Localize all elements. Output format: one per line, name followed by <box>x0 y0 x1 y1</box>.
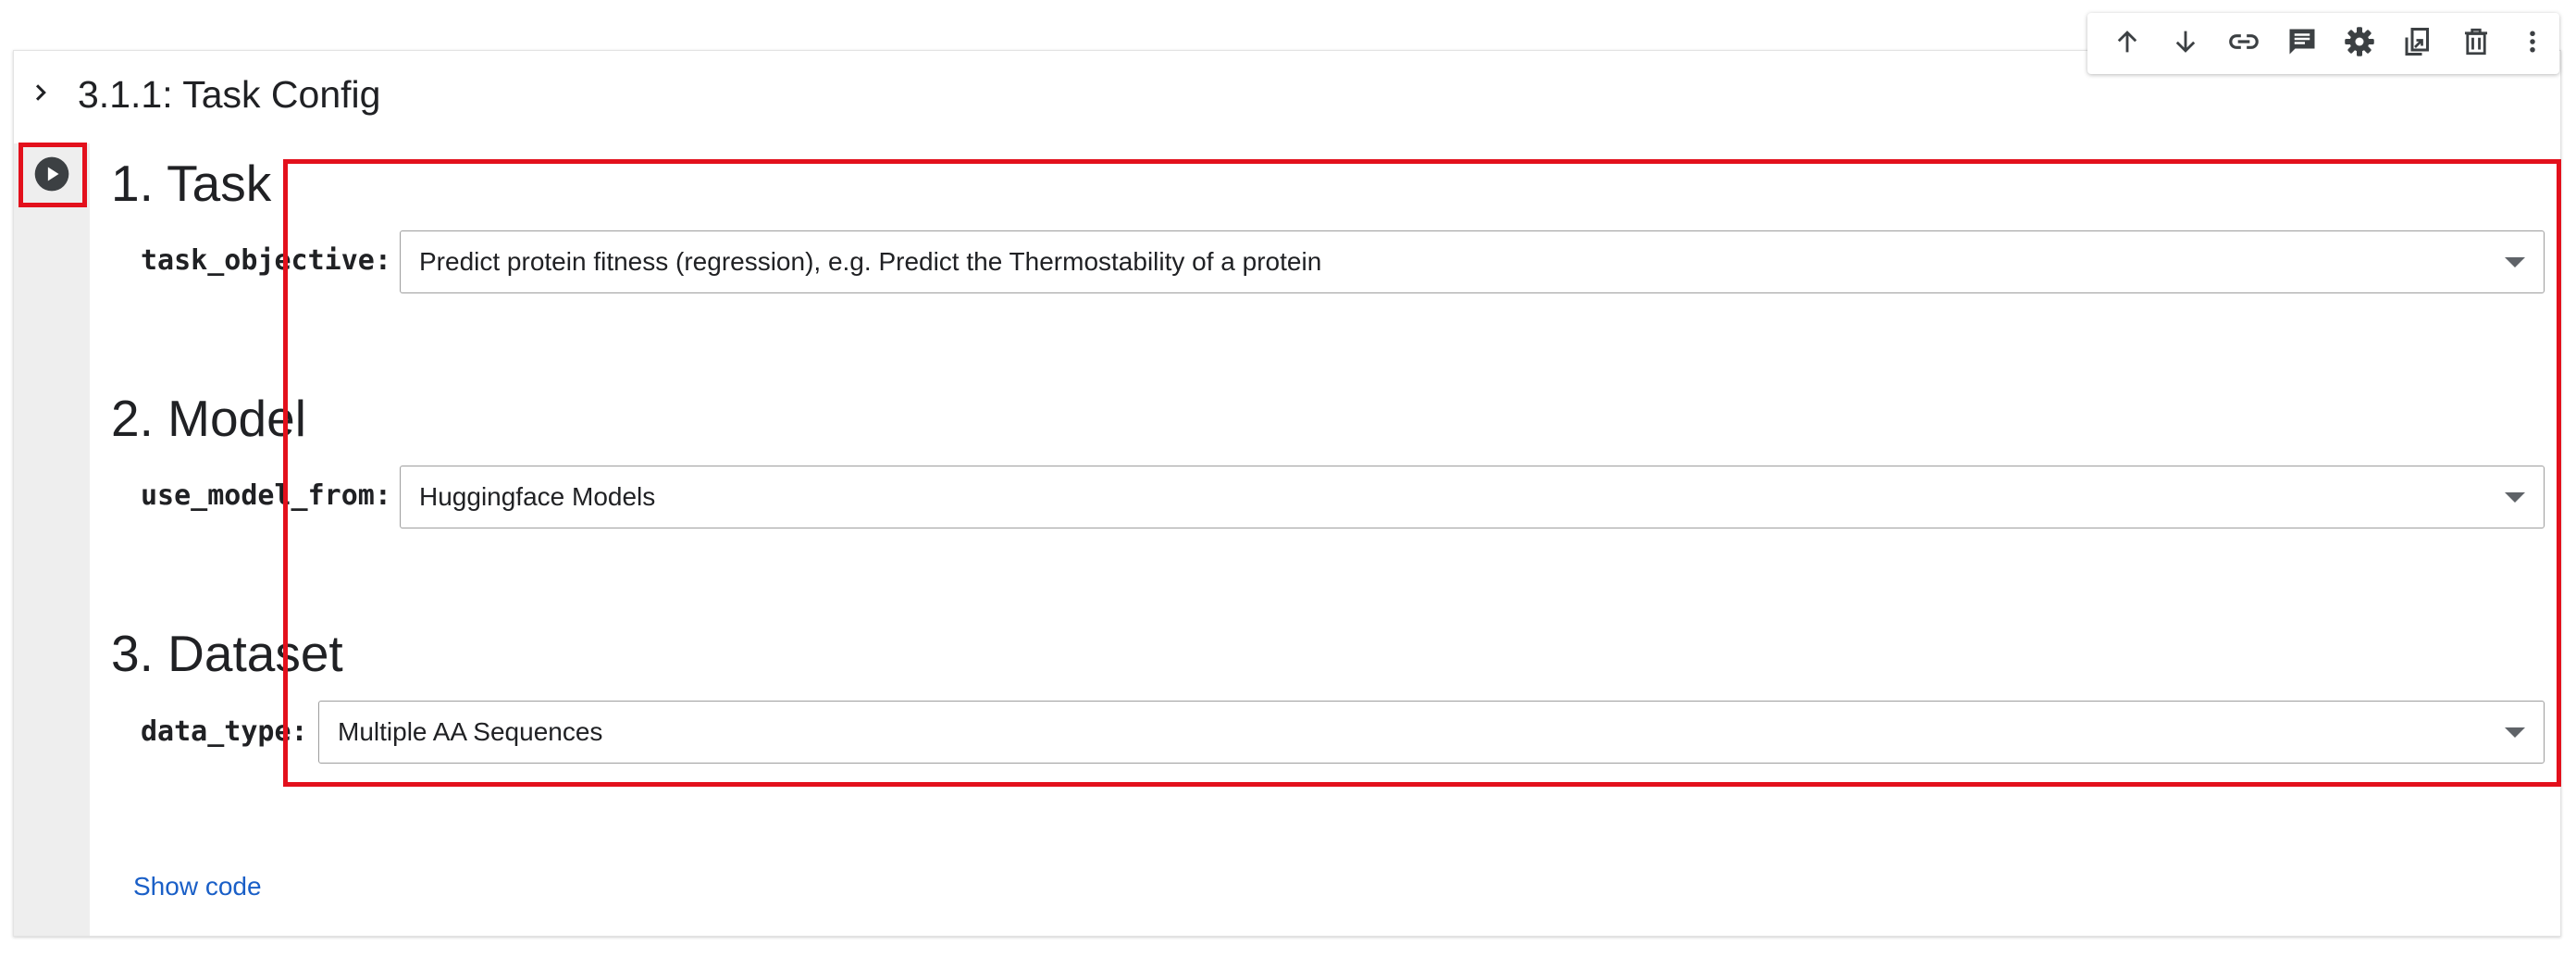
use-model-from-label: use_model_from: <box>141 479 391 512</box>
arrow-down-icon <box>2170 26 2201 62</box>
section-title: 3.1.1: Task Config <box>78 72 381 116</box>
data-type-label: data_type: <box>141 715 308 748</box>
collapse-section-button[interactable] <box>22 76 59 113</box>
dropdown-caret-icon <box>2505 727 2525 738</box>
chevron-right-icon <box>28 80 54 110</box>
section-header: 3.1.1: Task Config <box>22 65 380 124</box>
use-model-from-value: Huggingface Models <box>419 482 656 511</box>
task-objective-value: Predict protein fitness (regression), e.… <box>419 247 1322 276</box>
editor-settings-button[interactable] <box>2331 17 2389 70</box>
more-vert-icon <box>2519 26 2546 62</box>
data-type-value: Multiple AA Sequences <box>338 717 603 746</box>
task-heading: 1. Task <box>111 155 272 212</box>
task-objective-select[interactable]: Predict protein fitness (regression), e.… <box>400 230 2545 293</box>
move-cell-down-button[interactable] <box>2157 17 2215 70</box>
arrow-up-icon <box>2112 26 2143 62</box>
more-actions-button[interactable] <box>2505 17 2559 70</box>
dropdown-caret-icon <box>2505 491 2525 503</box>
add-comment-button[interactable] <box>2273 17 2331 70</box>
move-cell-up-button[interactable] <box>2099 17 2157 70</box>
task-objective-label: task_objective: <box>141 244 391 277</box>
cell-toolbar <box>2087 13 2559 74</box>
gear-icon <box>2343 25 2376 63</box>
cell-gutter <box>14 143 90 936</box>
run-cell-button[interactable] <box>19 143 84 208</box>
dataset-heading: 3. Dataset <box>111 625 343 682</box>
play-icon <box>33 155 70 197</box>
model-heading: 2. Model <box>111 390 306 447</box>
data-type-select[interactable]: Multiple AA Sequences <box>318 701 2545 764</box>
copy-link-button[interactable] <box>2214 17 2273 70</box>
trash-icon <box>2460 26 2492 62</box>
delete-cell-button[interactable] <box>2446 17 2505 70</box>
dropdown-caret-icon <box>2505 256 2525 267</box>
mirror-cell-button[interactable] <box>2389 17 2447 70</box>
notebook-page: 3.1.1: Task Config 1. Task task_objectiv… <box>0 0 2576 957</box>
show-code-link[interactable]: Show code <box>133 868 262 905</box>
mirror-cell-icon <box>2401 25 2434 63</box>
use-model-from-select[interactable]: Huggingface Models <box>400 466 2545 528</box>
comment-icon <box>2285 25 2319 63</box>
link-icon <box>2226 24 2261 64</box>
